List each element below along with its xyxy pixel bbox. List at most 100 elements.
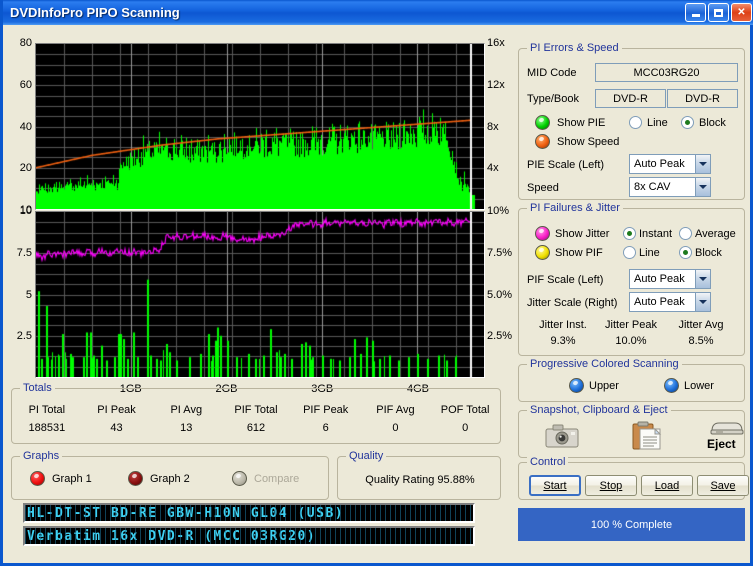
- jitter-average-label[interactable]: Average: [695, 228, 736, 240]
- lower-label[interactable]: Lower: [684, 380, 714, 392]
- jitter-avg-value: 8.5%: [688, 335, 714, 347]
- pi-errors-plot[interactable]: [35, 43, 485, 210]
- y-right-tick-bot-0: 10%: [487, 205, 510, 217]
- show-jitter-led[interactable]: [535, 226, 550, 241]
- y-right-tick-top-0: 16x: [487, 37, 505, 49]
- graph-area: 80 60 40 20 10 10 7.5 5 2.5 16x 12x 8x 4x 10% 7.5% 5.0…: [7, 29, 512, 395]
- book-value: DVD-R: [685, 92, 720, 105]
- show-speed-label[interactable]: Show Speed: [557, 136, 619, 148]
- show-speed-led[interactable]: [535, 134, 550, 149]
- pie-scale-combo[interactable]: Auto Peak: [629, 154, 711, 174]
- graph2-led[interactable]: [128, 471, 143, 486]
- progressive-scanning-panel: Progressive Colored Scanning Upper Lower: [518, 358, 745, 402]
- media-display: Verbatim 16x DVD-R (MCC 03RG20): [23, 526, 475, 546]
- lower-led[interactable]: [664, 378, 679, 393]
- y-right-tick-bot-2: 5.0%: [487, 288, 513, 301]
- jitter-inst-label: Jitter Inst.: [539, 319, 587, 331]
- jitter-instant-radio[interactable]: [623, 227, 636, 240]
- pif-line-label[interactable]: Line: [639, 247, 660, 259]
- mid-code-field: MCC03RG20: [595, 63, 738, 82]
- pif-scale-label: PIF Scale (Left): [527, 274, 604, 286]
- show-jitter-label[interactable]: Show Jitter: [555, 228, 609, 240]
- pif-line-radio[interactable]: [623, 246, 636, 259]
- snapshot-caption: Snapshot, Clipboard & Eject: [527, 404, 671, 416]
- pi-failures-plot[interactable]: [35, 211, 485, 378]
- totals-value: 6: [322, 422, 329, 434]
- totals-value: 0: [462, 422, 469, 434]
- y-right-tick-bot-3: 2.5%: [487, 330, 513, 343]
- chevron-down-icon-3[interactable]: [695, 270, 710, 288]
- quality-panel: Quality Quality Rating 95.88%: [337, 450, 501, 500]
- upper-label[interactable]: Upper: [589, 380, 619, 392]
- quality-rating: Quality Rating 95.88%: [365, 474, 475, 486]
- pif-block-radio[interactable]: [679, 246, 692, 259]
- maximize-button[interactable]: [708, 3, 729, 22]
- jitter-peak-value: 10.0%: [615, 335, 647, 347]
- load-button[interactable]: Load: [641, 475, 693, 496]
- pi-errors-caption: PI Errors & Speed: [527, 42, 622, 54]
- y-left-tick-top-1: 60: [19, 78, 32, 91]
- control-caption: Control: [527, 456, 569, 468]
- close-button[interactable]: ✕: [731, 3, 752, 22]
- speed-label: Speed: [527, 182, 559, 194]
- totals-caption: Totals: [20, 382, 55, 394]
- show-pie-led[interactable]: [535, 115, 550, 130]
- window-title: DVDInfoPro PIPO Scanning: [10, 5, 180, 20]
- right-axis: 16x 12x 8x 4x 10% 7.5% 5.0% 2.5%: [485, 29, 515, 381]
- mid-code-label: MID Code: [527, 67, 577, 79]
- chevron-down-icon-2[interactable]: [695, 178, 710, 196]
- speed-value: 8x CAV: [634, 181, 671, 193]
- control-panel: Control Start Stop Load Save: [518, 456, 749, 500]
- jitter-average-radio[interactable]: [679, 227, 692, 240]
- pie-block-label[interactable]: Block: [699, 117, 726, 129]
- start-label: Start: [543, 479, 567, 492]
- totals-header: PI Total: [28, 404, 66, 416]
- progressive-caption: Progressive Colored Scanning: [527, 358, 682, 370]
- pif-block-label[interactable]: Block: [695, 247, 722, 259]
- upper-led[interactable]: [569, 378, 584, 393]
- pif-scale-combo[interactable]: Auto Peak: [629, 269, 711, 289]
- pie-line-label[interactable]: Line: [647, 117, 668, 129]
- pie-block-radio[interactable]: [681, 116, 694, 129]
- speed-combo[interactable]: 8x CAV: [629, 177, 711, 197]
- camera-icon[interactable]: [545, 423, 579, 449]
- drive-text: HL-DT-ST BD-RE GBW-H10N GL04 (USB): [27, 506, 345, 521]
- graph1-label[interactable]: Graph 1: [52, 473, 92, 485]
- graph1-led[interactable]: [30, 471, 45, 486]
- save-button[interactable]: Save: [697, 475, 749, 496]
- y-right-tick-top-3: 4x: [487, 162, 499, 175]
- clipboard-icon[interactable]: [632, 421, 662, 451]
- graphs-panel: Graphs Graph 1 Graph 2 Compare: [11, 450, 329, 500]
- media-text: Verbatim 16x DVD-R (MCC 03RG20): [27, 529, 317, 544]
- pi-failures-caption: PI Failures & Jitter: [527, 202, 623, 214]
- chevron-down-icon-4[interactable]: [695, 293, 710, 311]
- left-axis: 80 60 40 20 10 10 7.5 5 2.5: [7, 29, 34, 381]
- totals-header: PIF Avg: [376, 404, 415, 416]
- show-pie-label[interactable]: Show PIE: [557, 117, 605, 129]
- start-button[interactable]: Start: [529, 475, 581, 496]
- chevron-down-icon[interactable]: [695, 155, 710, 173]
- type-book-label: Type/Book: [527, 93, 579, 105]
- jitter-scale-label: Jitter Scale (Right): [527, 297, 618, 309]
- eject-drive-icon[interactable]: [709, 420, 745, 436]
- jitter-scale-combo[interactable]: Auto Peak: [629, 292, 711, 312]
- totals-header: POF Total: [440, 404, 490, 416]
- window-controls: ✕: [685, 3, 752, 22]
- y-right-tick-top-2: 8x: [487, 120, 499, 133]
- totals-header: PIF Total: [234, 404, 278, 416]
- compare-label: Compare: [254, 473, 300, 485]
- show-pif-label[interactable]: Show PIF: [555, 247, 603, 259]
- eject-label[interactable]: Eject: [707, 437, 736, 451]
- minimize-button[interactable]: [685, 3, 706, 22]
- graph2-label[interactable]: Graph 2: [150, 473, 190, 485]
- show-pif-led[interactable]: [535, 245, 550, 260]
- pie-line-radio[interactable]: [629, 116, 642, 129]
- jitter-instant-label[interactable]: Instant: [639, 228, 672, 240]
- jitter-peak-label: Jitter Peak: [605, 319, 657, 331]
- pie-scale-value: Auto Peak: [634, 158, 685, 170]
- jitter-inst-value: 9.3%: [550, 335, 576, 347]
- graphs-caption: Graphs: [20, 450, 63, 462]
- stop-button[interactable]: Stop: [585, 475, 637, 496]
- y-left-tick-bot-2: 5: [25, 288, 32, 301]
- progress-text: 100 % Complete: [590, 518, 673, 531]
